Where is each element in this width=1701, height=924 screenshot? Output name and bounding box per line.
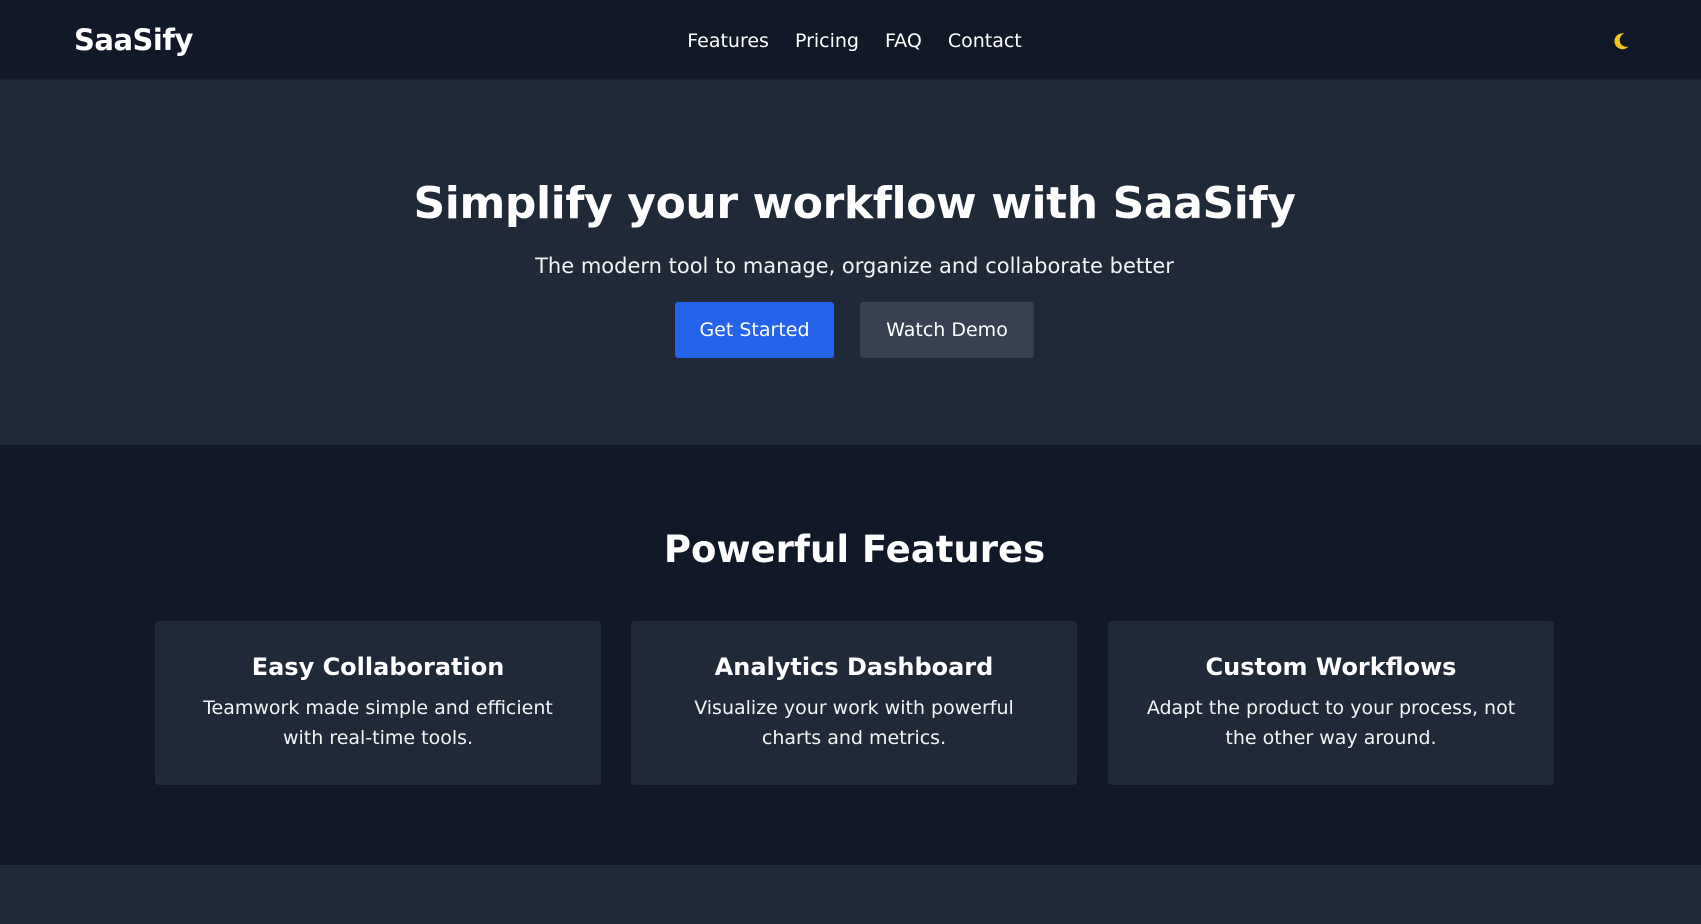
nav-link-pricing[interactable]: Pricing — [795, 28, 859, 54]
feature-card-analytics: Analytics Dashboard Visualize your work … — [631, 621, 1077, 785]
feature-card-title: Analytics Dashboard — [714, 653, 994, 681]
hero-subtitle: The modern tool to manage, organize and … — [535, 254, 1174, 278]
features-title: Powerful Features — [663, 528, 1046, 571]
next-section — [0, 865, 1701, 924]
feature-card-description: Visualize your work with powerful charts… — [694, 697, 1014, 749]
feature-card-collaboration: Easy Collaboration Teamwork made simple … — [155, 621, 601, 785]
hero-title: Simplify your workflow with SaaSify — [413, 178, 1296, 229]
feature-card-workflows: Custom Workflows Adapt the product to yo… — [1108, 621, 1554, 785]
features-section: Powerful Features Easy Collaboration Tea… — [0, 445, 1701, 865]
get-started-button[interactable]: Get Started — [675, 302, 834, 358]
theme-toggle-button[interactable] — [1609, 29, 1633, 53]
nav-link-contact[interactable]: Contact — [948, 28, 1022, 54]
nav-link-features[interactable]: Features — [687, 28, 769, 54]
feature-card-title: Custom Workflows — [1205, 653, 1457, 681]
moon-icon — [1614, 33, 1629, 50]
feature-card-description: Adapt the product to your process, not t… — [1146, 697, 1516, 749]
feature-card-title: Easy Collaboration — [251, 653, 505, 681]
navbar: SaaSify Features Pricing FAQ Contact — [0, 0, 1701, 80]
nav-links: Features Pricing FAQ Contact — [0, 28, 1701, 54]
hero-section: Simplify your workflow with SaaSify The … — [0, 80, 1701, 445]
nav-link-faq[interactable]: FAQ — [885, 28, 922, 54]
watch-demo-button[interactable]: Watch Demo — [860, 302, 1034, 358]
feature-card-description: Teamwork made simple and efficient with … — [203, 697, 553, 749]
